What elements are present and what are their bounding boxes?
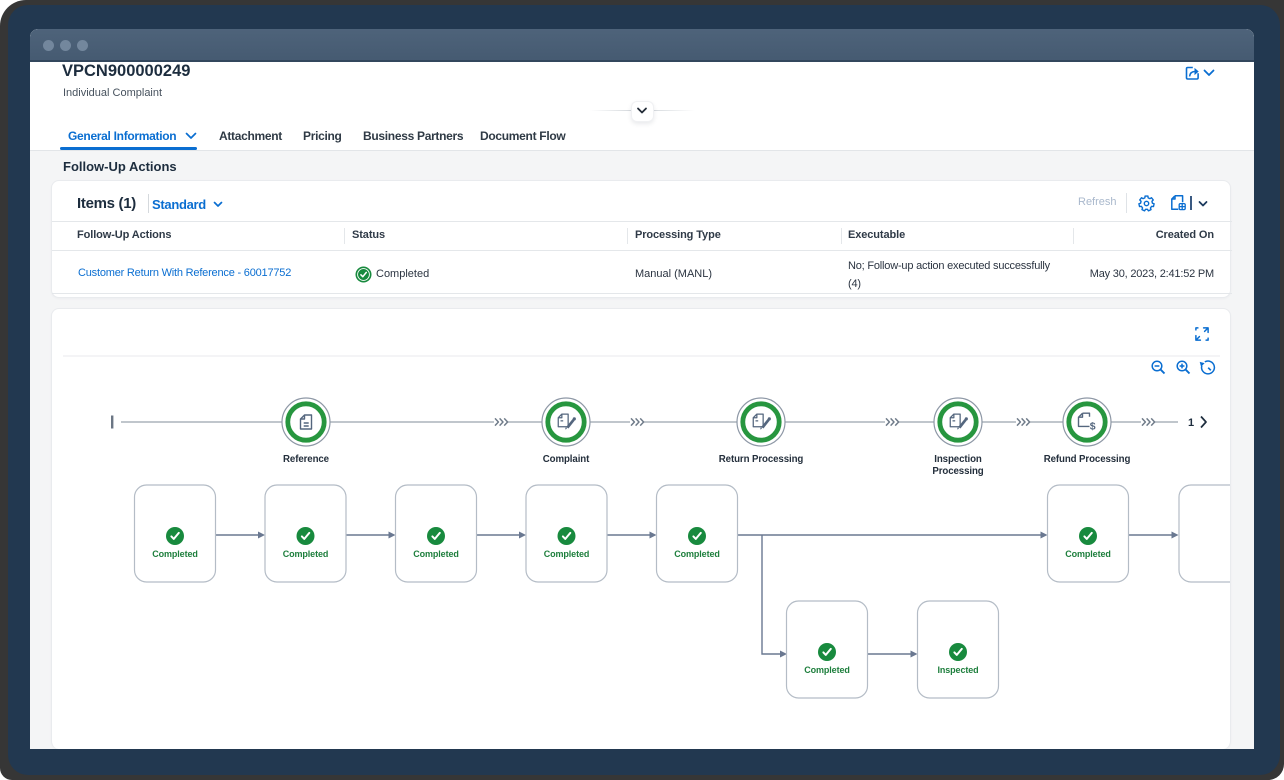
svg-text:$: $ <box>1090 421 1096 433</box>
svg-text:Refund Processing: Refund Processing <box>1044 454 1131 465</box>
svg-text:Completed: Completed <box>283 549 329 559</box>
svg-text:Completed: Completed <box>804 665 850 675</box>
svg-text:Completed: Completed <box>544 549 590 559</box>
svg-text:Completed: Completed <box>413 549 459 559</box>
svg-text:Return Processing: Return Processing <box>719 454 804 465</box>
svg-text:1: 1 <box>1188 417 1194 429</box>
svg-text:Reference: Reference <box>283 454 330 465</box>
svg-text:Inspection: Inspection <box>934 454 982 465</box>
svg-text:Complaint: Complaint <box>543 454 590 465</box>
svg-text:Inspected: Inspected <box>937 665 978 675</box>
svg-text:Completed: Completed <box>152 549 198 559</box>
svg-text:Completed: Completed <box>674 549 720 559</box>
svg-text:Completed: Completed <box>1065 549 1111 559</box>
svg-text:Processing: Processing <box>932 466 983 477</box>
